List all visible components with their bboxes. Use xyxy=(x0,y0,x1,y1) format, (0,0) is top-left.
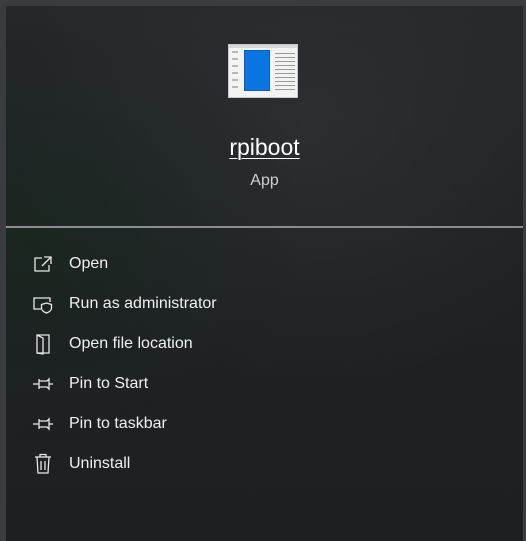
app-window-icon[interactable] xyxy=(228,44,298,98)
menu-item-label: Open xyxy=(69,255,109,272)
pin-icon xyxy=(32,373,54,395)
app-context-panel: rpiboot App Open Run as administrator Op… xyxy=(0,0,526,541)
header-divider xyxy=(6,226,523,228)
menu-item-label: Pin to taskbar xyxy=(69,415,167,432)
pin-icon xyxy=(32,413,54,435)
menu-item-pin-to-taskbar[interactable]: Pin to taskbar xyxy=(6,404,523,444)
app-name-link[interactable]: rpiboot xyxy=(6,134,523,161)
app-action-menu: Open Run as administrator Open file loca… xyxy=(6,244,523,484)
menu-item-open[interactable]: Open xyxy=(6,244,523,284)
trash-icon xyxy=(32,453,54,475)
menu-item-label: Pin to Start xyxy=(69,375,149,392)
menu-item-label: Open file location xyxy=(69,335,193,352)
menu-item-label: Run as administrator xyxy=(69,295,217,312)
shield-admin-icon xyxy=(32,293,54,315)
menu-item-label: Uninstall xyxy=(69,455,131,472)
menu-item-run-as-administrator[interactable]: Run as administrator xyxy=(6,284,523,324)
open-external-icon xyxy=(32,253,54,275)
app-header: rpiboot App xyxy=(6,6,523,228)
menu-item-open-file-location[interactable]: Open file location xyxy=(6,324,523,364)
app-type-label: App xyxy=(250,172,279,189)
menu-item-pin-to-start[interactable]: Pin to Start xyxy=(6,364,523,404)
folder-location-icon xyxy=(32,333,54,355)
menu-item-uninstall[interactable]: Uninstall xyxy=(6,444,523,484)
